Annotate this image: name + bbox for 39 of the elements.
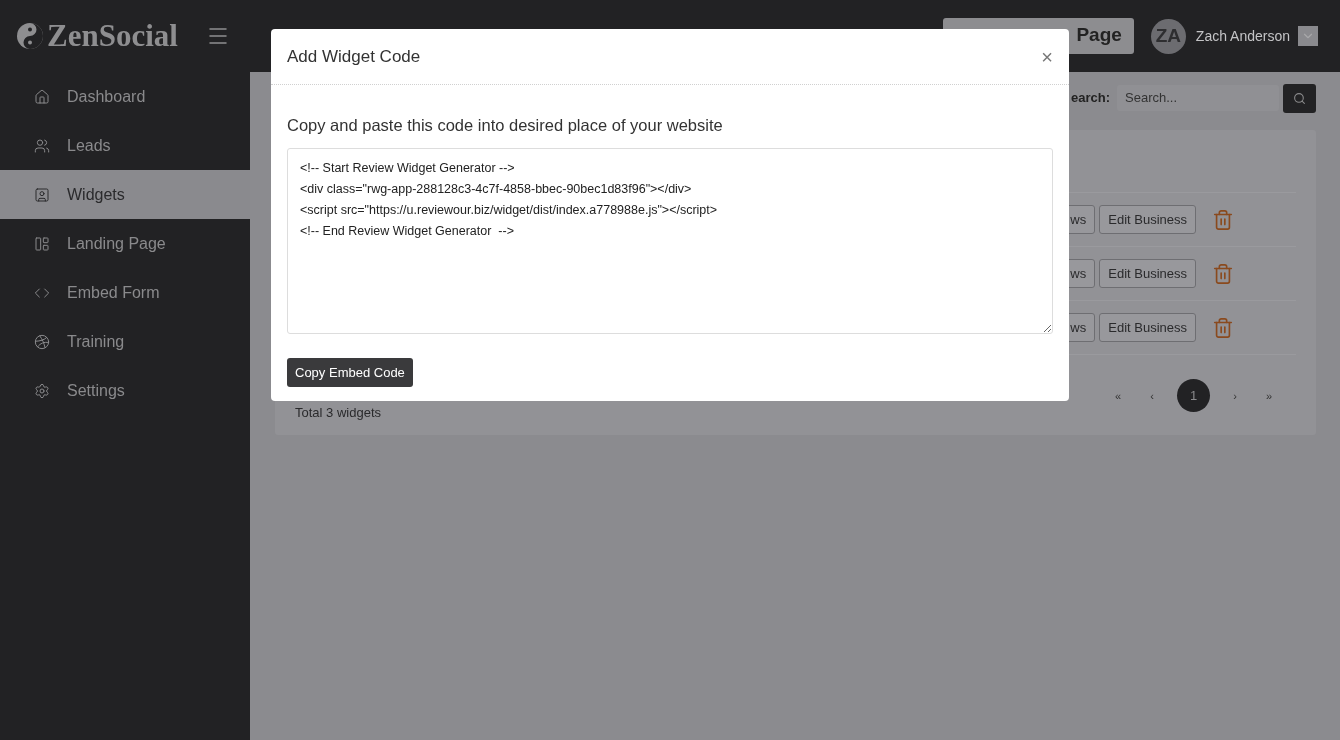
copy-embed-code-button[interactable]: Copy Embed Code <box>287 357 413 387</box>
user-square-icon <box>34 186 50 203</box>
home-icon <box>34 88 50 105</box>
trash-icon[interactable] <box>1212 262 1234 285</box>
page-link[interactable]: ‹ <box>1143 379 1161 413</box>
sidebar-item[interactable]: Widgets <box>0 170 250 219</box>
sidebar-item[interactable]: Dashboard <box>0 72 250 121</box>
modal-title: Add Widget Code <box>287 45 421 68</box>
layout-icon <box>34 235 50 252</box>
page-link[interactable]: 1 <box>1177 379 1210 413</box>
page-link[interactable]: » <box>1260 379 1278 413</box>
user-name: Zach Anderson <box>1195 26 1290 46</box>
users-icon <box>34 137 50 154</box>
total-count: Total 3 widgets <box>295 404 381 422</box>
sidebar-item[interactable]: Landing Page <box>0 219 250 268</box>
page-link[interactable]: › <box>1226 379 1244 413</box>
trash-icon[interactable] <box>1212 208 1234 231</box>
page-link[interactable]: « <box>1109 379 1127 413</box>
instruction-text: Copy and paste this code into desired place of your website <box>287 115 724 136</box>
avatar[interactable]: ZA <box>1150 18 1186 54</box>
sidebar-item[interactable]: Training <box>0 317 250 366</box>
dropdown-toggle[interactable] <box>1298 26 1318 46</box>
search-label: earch: <box>1070 89 1110 108</box>
search-icon <box>1293 91 1306 105</box>
logo-text: ZenSocial <box>47 16 178 55</box>
action-button[interactable]: Edit Business <box>1099 205 1196 234</box>
trash-icon[interactable] <box>1212 316 1234 339</box>
sidebar-item[interactable]: Leads <box>0 121 250 170</box>
sidebar-item[interactable]: Embed Form <box>0 268 250 317</box>
action-button[interactable]: Edit Business <box>1099 313 1196 342</box>
settings-icon <box>34 382 50 399</box>
search-button[interactable] <box>1283 83 1316 113</box>
action-button[interactable]: Edit Business <box>1099 259 1196 288</box>
code-textarea[interactable]: <!-- Start Review Widget Generator --> <div class="rwg-app-288128c3-4c7f-4858-bbec-90bec1d83f96"></div> <script src="https://u.reviewour.biz/widget/dist/index.a778988e.js"></script> <!-- End Review Widget Generator --> <box>287 147 1053 334</box>
close-button[interactable]: × <box>1041 41 1053 72</box>
search-field[interactable]: Search... <box>1117 85 1279 111</box>
ball-icon <box>34 333 50 350</box>
yin-yang-logo-icon <box>16 22 44 50</box>
sidebar-item[interactable]: Settings <box>0 366 250 415</box>
